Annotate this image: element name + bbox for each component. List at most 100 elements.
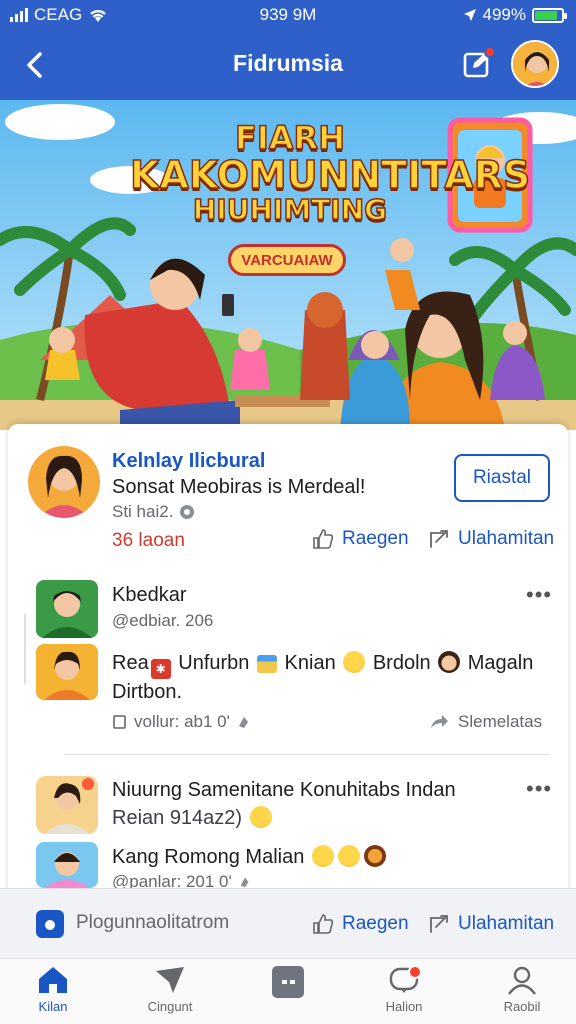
comment-text-part: Brdoln xyxy=(372,652,431,674)
comment-text-part: Knian xyxy=(284,652,336,674)
comment-input[interactable]: Plogunnaolitatrom xyxy=(76,912,229,934)
profile-icon xyxy=(508,966,536,995)
compose-button[interactable] xyxy=(460,46,496,82)
tab-profile[interactable]: Raobil xyxy=(472,965,572,1014)
avatar-image xyxy=(36,644,98,700)
like-label: Raegen xyxy=(342,913,409,934)
smile-emoji-icon xyxy=(311,845,334,867)
post-time: Sti hai2. xyxy=(112,502,174,521)
avatar-image xyxy=(36,842,98,888)
avatar-image xyxy=(36,776,98,834)
lion-emoji-icon xyxy=(363,845,386,867)
notification-dot xyxy=(484,46,496,58)
tab-home[interactable]: Kilan xyxy=(3,965,103,1014)
nav-bar: Fidrumsia xyxy=(0,30,576,100)
copy-icon xyxy=(113,715,126,729)
location-icon xyxy=(463,9,476,21)
package-emoji-icon xyxy=(256,655,277,673)
globe-icon xyxy=(180,505,195,519)
comment-text-part: Rea xyxy=(112,652,149,674)
banner-title-line2: KAKOMUNNTITARS xyxy=(129,153,531,197)
clap-icon xyxy=(238,717,248,728)
reply-button[interactable]: Slemelatas xyxy=(428,711,542,733)
battery-fill xyxy=(535,10,558,20)
banner-cta-button[interactable]: VARCUAIAW xyxy=(228,244,346,276)
comment-avatar[interactable] xyxy=(36,776,98,834)
tab-bar: Kilan Cingunt Halion Raobil xyxy=(0,958,576,1024)
tab-chat[interactable] xyxy=(238,965,338,1003)
tab-send[interactable]: Cingunt xyxy=(120,965,220,1014)
post-author-avatar[interactable] xyxy=(28,446,100,518)
camera-icon[interactable] xyxy=(36,910,64,938)
comment-handle: @edbiar. 206 xyxy=(112,611,214,630)
reply-text-content: Kang Romong Malian xyxy=(112,846,305,868)
follow-button[interactable]: Riastal xyxy=(454,454,550,502)
reply-label: Slemelatas xyxy=(458,712,543,731)
more-options-icon[interactable]: ••• xyxy=(526,776,552,802)
status-right: 499% xyxy=(463,5,567,25)
avatar-image xyxy=(36,580,98,638)
comment-avatar[interactable] xyxy=(36,580,98,638)
like-button[interactable]: Raegen xyxy=(312,913,409,935)
smile-emoji-icon xyxy=(343,651,366,673)
comment-bar: Plogunnaolitatrom Raegen Ulahamitan xyxy=(0,888,576,958)
tab-label: Raobil xyxy=(503,999,541,1014)
grin-emoji-icon xyxy=(249,806,272,828)
comment-author[interactable]: Kbedkar xyxy=(112,584,187,607)
battery-percent: 499% xyxy=(482,5,526,24)
status-bar: CEAG 939 9M 499% xyxy=(0,0,576,30)
hero-banner[interactable]: FIARH KAKOMUNNTITARS HIUHIMTING VARCUAIA… xyxy=(0,100,576,430)
reply-arrow-icon xyxy=(431,715,448,728)
comment-meta-text: vollur: ab1 0' xyxy=(134,712,230,731)
thumbs-up-icon xyxy=(313,914,334,934)
comment-meta: vollur: ab1 0' xyxy=(112,712,252,732)
post-author-name[interactable]: Kelnlay Ilicbural xyxy=(112,450,265,473)
share-icon xyxy=(430,530,448,548)
reply-avatar[interactable] xyxy=(36,644,98,700)
tab-label: Halion xyxy=(385,999,423,1014)
comment-author[interactable]: Niuurng Samenitane Konuhitabs Indan xyxy=(112,779,456,802)
banner-title-line1: FIARH xyxy=(234,119,345,157)
like-button[interactable]: Raegen xyxy=(312,528,409,550)
comment-text: Rea ✱ Unfurbn Knian Brdoln Magaln Dirtbon… xyxy=(112,650,552,706)
avatar-image xyxy=(28,446,100,518)
post-card: Kelnlay Ilicbural Sonsat Meobiras is Mer… xyxy=(8,424,568,894)
banner-title-line3: HIUHIMTING xyxy=(192,193,388,226)
tab-label: Kilan xyxy=(38,999,68,1014)
tab-label: Cingunt xyxy=(147,999,193,1014)
camera-glyph xyxy=(45,920,55,930)
profile-avatar[interactable] xyxy=(511,40,559,88)
home-icon xyxy=(39,967,67,993)
comment-text-part: Unfurbn xyxy=(178,652,250,674)
avatar-image xyxy=(513,42,557,86)
thread-line xyxy=(24,614,26,684)
post-timestamp: Sti hai2. xyxy=(112,502,195,522)
comment-sub-text: Reian 914az2) xyxy=(112,807,243,829)
banner-title: FIARH KAKOMUNNTITARS HIUHIMTING xyxy=(129,119,531,226)
tab-notifications[interactable]: Halion xyxy=(354,965,454,1014)
battery-icon xyxy=(532,7,567,23)
share-button[interactable]: Ulahamitan xyxy=(428,913,554,935)
comment-handle: Reian 914az2) xyxy=(112,806,274,830)
comment-divider xyxy=(64,754,550,755)
red-emoji-icon: ✱ xyxy=(150,659,171,679)
reply-avatar[interactable] xyxy=(36,842,98,888)
more-options-icon[interactable]: ••• xyxy=(526,582,552,608)
share-button[interactable]: Ulahamitan xyxy=(428,528,554,550)
thumbs-up-icon xyxy=(313,529,334,549)
share-label: Ulahamitan xyxy=(458,528,555,549)
notification-badge xyxy=(408,965,422,979)
share-icon xyxy=(430,915,448,933)
face-emoji-icon xyxy=(438,651,461,673)
reaction-count[interactable]: 36 laoan xyxy=(112,530,185,552)
smile-emoji-icon xyxy=(337,845,360,867)
post-text: Sonsat Meobiras is Merdeal! xyxy=(112,476,366,498)
chat-box-icon xyxy=(272,966,304,998)
like-label: Raegen xyxy=(342,528,409,549)
comment-text-line2: Dirtbon. xyxy=(112,681,183,703)
share-label: Ulahamitan xyxy=(458,913,555,934)
send-icon xyxy=(156,967,184,993)
clap-icon xyxy=(240,877,249,888)
reply-text: Kang Romong Malian xyxy=(112,845,388,869)
comment-text-part: Magaln xyxy=(467,652,534,674)
